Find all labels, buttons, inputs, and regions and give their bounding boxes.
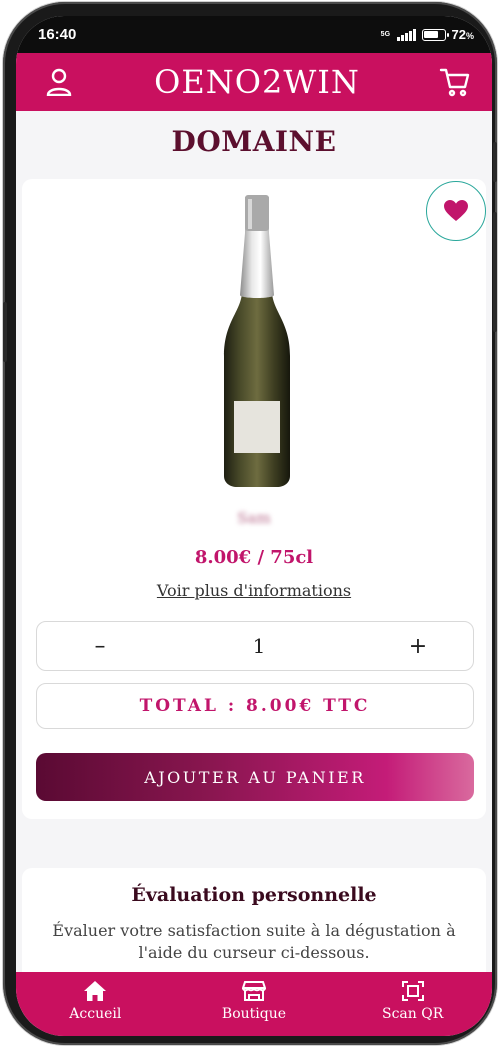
store-icon (241, 981, 266, 1001)
status-time: 16:40 (38, 26, 77, 43)
nav-item-scan-qr[interactable]: Scan QR (353, 980, 473, 1022)
increase-quantity-button[interactable]: + (403, 634, 433, 659)
wine-bottle-image (224, 195, 290, 487)
bottom-nav: Accueil Boutique Scan QR (16, 972, 492, 1036)
nav-label: Boutique (221, 1006, 287, 1022)
nav-item-boutique[interactable]: Boutique (194, 980, 314, 1022)
nav-label: Scan QR (382, 1006, 444, 1022)
status-bar: 16:40 5G 72% (16, 16, 492, 53)
scan-icon (401, 981, 424, 1001)
phone-frame: 16:40 5G 72% OENO2WIN DOMAINE Sam 8.00€ … (3, 2, 497, 1045)
nav-label: Accueil (69, 1006, 122, 1022)
app-header: OENO2WIN (16, 53, 492, 111)
signal-icon (397, 28, 416, 41)
quantity-stepper: – 1 + (36, 621, 474, 671)
favorite-button[interactable] (426, 181, 486, 241)
app-title: OENO2WIN (154, 63, 360, 101)
screen: 16:40 5G 72% OENO2WIN DOMAINE Sam 8.00€ … (16, 16, 492, 1036)
quantity-value: 1 (252, 634, 266, 658)
home-icon (84, 981, 107, 1001)
nav-item-accueil[interactable]: Accueil (35, 980, 155, 1022)
cart-icon[interactable] (438, 65, 472, 99)
evaluation-title: Évaluation personnelle (131, 884, 377, 906)
evaluation-description: Évaluer votre satisfaction suite à la dé… (52, 921, 456, 962)
user-icon[interactable] (42, 65, 76, 99)
side-button (493, 142, 497, 182)
product-card: Sam 8.00€ / 75cl Voir plus d'information… (22, 179, 486, 819)
heart-icon (444, 200, 468, 221)
decrease-quantity-button[interactable]: – (85, 634, 115, 659)
product-name: Sam (237, 509, 271, 527)
add-to-cart-button[interactable]: AJOUTER AU PANIER (36, 753, 474, 801)
main-content: DOMAINE Sam 8.00€ / 75cl Voir plus d'inf… (16, 111, 492, 1028)
battery-percentage: 72% (451, 27, 474, 42)
network-label: 5G (380, 31, 391, 38)
status-indicators: 5G 72% (381, 27, 474, 42)
battery-icon (421, 28, 449, 41)
total-price: TOTAL : 8.00€ TTC (36, 683, 474, 729)
more-info-link[interactable]: Voir plus d'informations (22, 581, 486, 600)
side-button (3, 302, 7, 362)
page-title: DOMAINE (171, 125, 337, 158)
product-price: 8.00€ / 75cl (194, 547, 314, 568)
network-type: 5G (381, 31, 390, 38)
side-button (493, 212, 497, 332)
